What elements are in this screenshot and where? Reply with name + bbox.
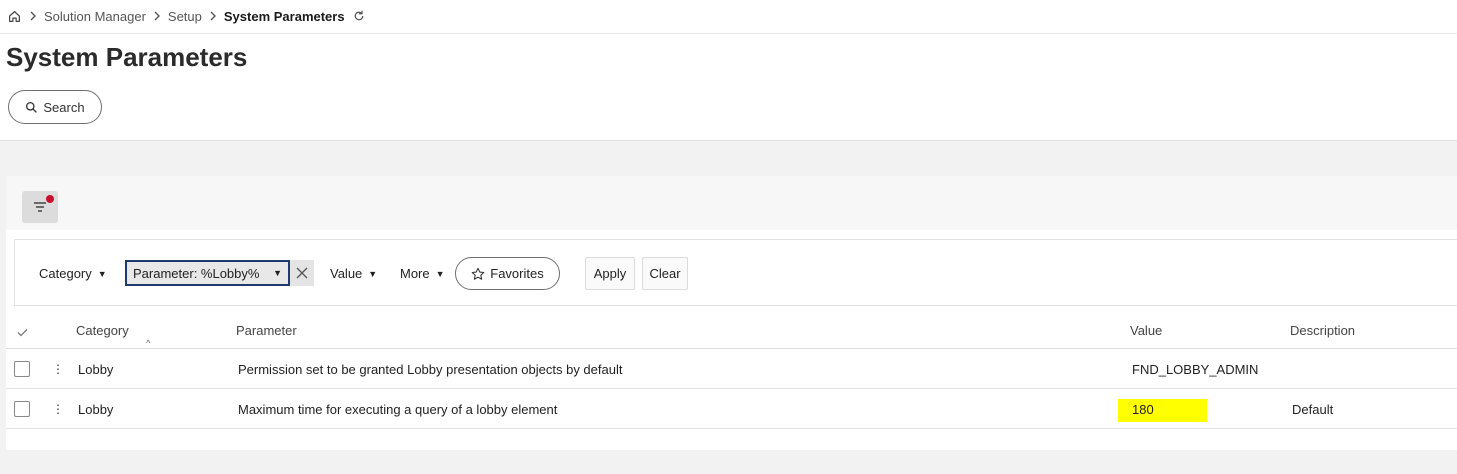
page-title: System Parameters xyxy=(6,42,248,72)
breadcrumb-current: System Parameters xyxy=(223,8,345,24)
table-row[interactable]: ⋮ Lobby Permission set to be granted Lob… xyxy=(6,349,1457,389)
chevron-right-icon xyxy=(202,11,224,21)
search-button-label: Search xyxy=(43,99,85,115)
column-header-value[interactable]: Value xyxy=(1130,323,1162,338)
column-header-parameter[interactable]: Parameter xyxy=(236,323,297,338)
kebab-icon[interactable]: ⋮ xyxy=(52,401,64,417)
favorites-button-label: Favorites xyxy=(490,266,544,281)
table-header: Category ^ Parameter Value Description xyxy=(6,306,1457,349)
value-filter[interactable]: Value ▼ xyxy=(330,240,377,307)
more-filter[interactable]: More ▼ xyxy=(400,240,445,307)
clear-button[interactable]: Clear xyxy=(642,257,688,290)
filter-bar xyxy=(6,176,1457,230)
close-icon xyxy=(296,267,308,279)
results-panel: Category ▼ Parameter: %Lobby% ▼ Value ▼ … xyxy=(6,176,1457,450)
page-header: Solution Manager Setup System Parameters… xyxy=(0,0,1457,141)
cell-value: 180 xyxy=(1132,402,1154,417)
cell-description: Default xyxy=(1292,402,1334,417)
select-all-check-icon[interactable] xyxy=(17,325,28,340)
chevron-right-icon xyxy=(146,11,168,21)
favorites-button[interactable]: Favorites xyxy=(455,257,560,290)
parameter-filter-chip[interactable]: Parameter: %Lobby% ▼ xyxy=(125,260,290,286)
caret-down-icon: ▼ xyxy=(368,268,378,279)
column-header-category[interactable]: Category xyxy=(76,323,129,338)
cell-category: Lobby xyxy=(78,362,114,377)
caret-down-icon: ▼ xyxy=(435,268,445,279)
category-filter-label: Category xyxy=(39,266,92,281)
chevron-right-icon xyxy=(22,11,44,21)
cell-category: Lobby xyxy=(78,402,114,417)
cell-parameter: Maximum time for executing a query of a … xyxy=(238,402,558,417)
sort-up-icon: ^ xyxy=(146,338,151,348)
table-row[interactable]: ⋮ Lobby Maximum time for executing a que… xyxy=(6,389,1457,429)
search-criteria-bar: Category ▼ Parameter: %Lobby% ▼ Value ▼ … xyxy=(14,239,1457,306)
cell-value: FND_LOBBY_ADMIN xyxy=(1132,362,1259,377)
kebab-icon[interactable]: ⋮ xyxy=(52,361,64,377)
breadcrumb-item-solution-manager[interactable]: Solution Manager xyxy=(44,9,146,24)
breadcrumb-item-setup[interactable]: Setup xyxy=(168,9,202,24)
star-icon xyxy=(471,267,485,281)
category-filter[interactable]: Category ▼ xyxy=(39,240,107,307)
breadcrumb-divider xyxy=(0,33,1457,34)
column-header-description[interactable]: Description xyxy=(1290,323,1355,338)
caret-down-icon: ▼ xyxy=(97,268,107,279)
more-filter-label: More xyxy=(400,266,430,281)
row-checkbox[interactable] xyxy=(14,401,30,417)
active-filter-indicator xyxy=(46,195,54,203)
apply-button[interactable]: Apply xyxy=(585,257,635,290)
caret-down-icon: ▼ xyxy=(273,268,282,278)
row-checkbox[interactable] xyxy=(14,361,30,377)
search-icon xyxy=(25,101,38,114)
refresh-icon[interactable] xyxy=(353,10,365,22)
home-icon[interactable] xyxy=(8,10,22,23)
value-filter-label: Value xyxy=(330,266,363,281)
breadcrumb: Solution Manager Setup System Parameters xyxy=(8,6,365,26)
clear-parameter-filter-button[interactable] xyxy=(290,260,314,286)
parameter-filter-label: Parameter: %Lobby% xyxy=(133,265,260,281)
filter-icon xyxy=(33,201,47,213)
cell-parameter: Permission set to be granted Lobby prese… xyxy=(238,362,623,377)
search-button[interactable]: Search xyxy=(8,90,102,124)
